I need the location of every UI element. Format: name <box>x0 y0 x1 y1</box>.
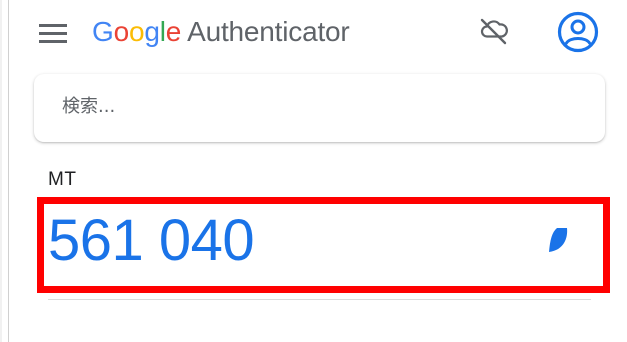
cloud-off-icon <box>480 18 508 45</box>
app-bar: Google Authenticator <box>0 0 627 64</box>
menu-button[interactable] <box>38 19 68 47</box>
hamburger-menu-icon <box>39 24 67 43</box>
authenticator-screen: Google Authenticator 検索... MT 561 040 <box>0 0 627 342</box>
search-input[interactable]: 検索... <box>34 74 605 142</box>
search-placeholder: 検索... <box>62 96 116 117</box>
google-letter-o2: o <box>128 16 145 47</box>
google-letter-e: e <box>165 16 182 47</box>
google-logo-text: Google <box>92 14 181 50</box>
app-title: Google Authenticator <box>92 14 350 50</box>
account-circle-icon <box>557 11 599 53</box>
account-button[interactable] <box>556 10 600 54</box>
google-letter-g2: g <box>144 16 160 47</box>
code-highlight-box <box>37 197 610 293</box>
account-name: MT <box>48 169 77 190</box>
app-title-suffix: Authenticator <box>187 16 350 47</box>
cloud-sync-button[interactable] <box>477 16 511 46</box>
google-letter-g: G <box>92 16 114 47</box>
list-divider <box>48 299 591 300</box>
google-letter-o1: o <box>113 16 130 47</box>
